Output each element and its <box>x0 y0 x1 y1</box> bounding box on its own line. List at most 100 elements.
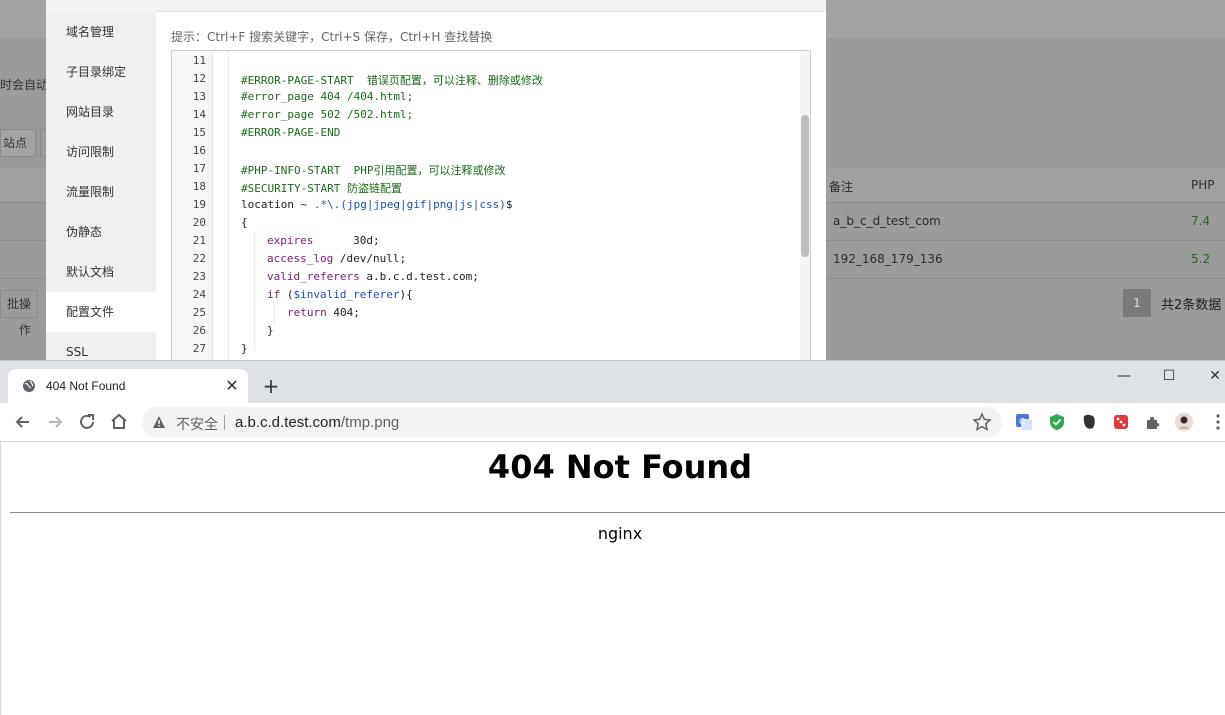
bookmark-star-icon[interactable] <box>972 412 992 432</box>
code-line: valid_referers a.b.c.d.test.com; <box>267 270 479 283</box>
code-token: $invalid_referer <box>293 288 400 301</box>
line-number: 27 <box>192 342 206 355</box>
modal-sidebar: 域名管理 子目录绑定 网站目录 访问限制 流量限制 伪静态 默认文档 配置文件 … <box>46 11 156 362</box>
bulk-operation-button[interactable]: 批操作 <box>0 290 38 337</box>
code-token: ){ <box>399 288 413 301</box>
line-number: 18 <box>192 180 206 193</box>
php-column-header: PHP <box>1191 178 1215 192</box>
line-number: 21 <box>192 234 206 247</box>
line-number: 16 <box>192 144 206 157</box>
home-icon[interactable] <box>106 409 132 435</box>
tab-close-icon[interactable]: ✕ <box>222 376 242 396</box>
code-line: #SECURITY-START 防盗链配置 <box>241 182 402 195</box>
line-number: 24 <box>192 288 206 301</box>
code-line: #ERROR-PAGE-START 错误页配置，可以注释、删除或修改 <box>241 74 543 87</box>
config-file-panel: 提示：Ctrl+F 搜索关键字，Ctrl+S 保存，Ctrl+H 查找替换 11… <box>156 11 826 362</box>
editor-scrollbar[interactable] <box>800 51 810 361</box>
warning-icon[interactable] <box>152 415 166 429</box>
dice-extension-icon[interactable] <box>1111 412 1131 432</box>
translate-extension-icon[interactable]: G <box>1014 412 1034 432</box>
code-token: .*\.(jpg|jpeg|gif|png|js|css) <box>313 198 506 211</box>
svg-text:G: G <box>1019 417 1025 426</box>
puzzle-extensions-icon[interactable] <box>1143 412 1163 432</box>
tab-title: 404 Not Found <box>46 379 126 393</box>
line-number: 12 <box>192 72 206 85</box>
line-number: 17 <box>192 162 206 175</box>
back-arrow-icon[interactable] <box>10 409 36 435</box>
code-line: expires 30d; <box>267 234 380 247</box>
site-settings-modal: 域名管理 子目录绑定 网站目录 访问限制 流量限制 伪静态 默认文档 配置文件 … <box>46 0 826 362</box>
code-token: ( <box>280 288 294 301</box>
reload-icon[interactable] <box>74 409 100 435</box>
sidebar-item-domain[interactable]: 域名管理 <box>46 12 156 52</box>
indent-guide <box>228 51 229 361</box>
line-number: 23 <box>192 270 206 283</box>
pager-current-page[interactable]: 1 <box>1123 289 1151 317</box>
line-number: 15 <box>192 126 206 139</box>
url-text[interactable]: a.b.c.d.test.com/tmp.png <box>235 414 399 431</box>
editor-scrollbar-thumb[interactable] <box>801 115 809 257</box>
forward-arrow-icon[interactable] <box>42 409 68 435</box>
address-separator <box>224 415 225 430</box>
line-number: 25 <box>192 306 206 319</box>
code-token: $ <box>505 198 513 211</box>
new-tab-button[interactable]: + <box>258 373 284 399</box>
code-line: location ~ .*\.(jpg|jpeg|gif|png|js|css)… <box>241 198 513 211</box>
maximize-button[interactable]: ☐ <box>1154 363 1184 389</box>
code-line: if ($invalid_referer){ <box>267 288 413 301</box>
minimize-button[interactable]: — <box>1109 363 1139 389</box>
insecure-label[interactable]: 不安全 <box>176 414 218 434</box>
evernote-extension-icon[interactable] <box>1079 412 1099 432</box>
line-number: 26 <box>192 324 206 337</box>
line-number-gutter: 11 12 13 14 15 16 17 18 19 20 21 22 23 2… <box>172 51 213 361</box>
code-token: /dev/null; <box>333 252 407 265</box>
divider <box>10 512 1225 513</box>
line-number: 13 <box>192 90 206 103</box>
tab-404[interactable]: 404 Not Found ✕ <box>8 369 248 403</box>
profile-avatar[interactable] <box>1174 412 1194 432</box>
code-line: #error_page 404 /404.html; <box>241 90 414 103</box>
sidebar-item-rewrite[interactable]: 伪静态 <box>46 212 156 252</box>
pager-summary: 共2条数据 <box>1161 298 1222 313</box>
error-heading: 404 Not Found <box>487 448 753 486</box>
code-token: expires <box>267 234 314 247</box>
code-token: return <box>287 306 327 319</box>
config-code-editor[interactable]: 11 12 13 14 15 16 17 18 19 20 21 22 23 2… <box>171 50 811 362</box>
sidebar-item-config-file[interactable]: 配置文件 <box>46 292 156 332</box>
sidebar-item-subdir[interactable]: 子目录绑定 <box>46 52 156 92</box>
tab-strip: 404 Not Found ✕ + — ☐ ✕ <box>0 361 1225 403</box>
address-bar[interactable]: 不安全 a.b.c.d.test.com/tmp.png <box>142 407 1002 437</box>
row-remark: 192_168_179_136 <box>833 252 943 266</box>
code-token: 30d; <box>313 234 380 247</box>
line-number: 20 <box>192 216 206 229</box>
code-line: return 404; <box>287 306 360 319</box>
remark-column-header: 备注 <box>829 180 854 194</box>
line-number: 11 <box>192 54 206 67</box>
indent-guide <box>254 234 255 350</box>
row-php-version[interactable]: 7.4 <box>1191 214 1210 228</box>
code-line: } <box>267 324 274 337</box>
page-content: 404 Not Found nginx <box>0 442 1225 715</box>
line-number: 19 <box>192 198 206 211</box>
row-remark: a_b_c_d_test_com <box>833 214 941 228</box>
close-window-button[interactable]: ✕ <box>1200 363 1225 389</box>
sidebar-item-traffic-limit[interactable]: 流量限制 <box>46 172 156 212</box>
url-path: /tmp.png <box>340 414 400 431</box>
sidebar-item-site-dir[interactable]: 网站目录 <box>46 92 156 132</box>
code-line: } <box>241 342 248 355</box>
sidebar-item-default-doc[interactable]: 默认文档 <box>46 252 156 292</box>
sidebar-item-ssl[interactable]: SSL <box>46 332 156 362</box>
menu-dots-icon[interactable] <box>1208 412 1225 432</box>
shield-extension-icon[interactable] <box>1047 412 1067 432</box>
browser-toolbar: 不安全 a.b.c.d.test.com/tmp.png G <box>0 403 1225 442</box>
code-line: { <box>241 216 248 229</box>
code-token: location ~ <box>241 198 314 211</box>
globe-icon <box>23 380 35 392</box>
browser-window: 404 Not Found ✕ + — ☐ ✕ 不安全 a.b.c.d.test… <box>0 360 1225 715</box>
server-signature: nginx <box>597 524 643 543</box>
code-line: #PHP-INFO-START PHP引用配置，可以注释或修改 <box>241 164 506 177</box>
background-site-button[interactable]: 站点 <box>0 129 36 157</box>
sidebar-item-access-limit[interactable]: 访问限制 <box>46 132 156 172</box>
url-host: a.b.c.d.test.com <box>235 414 341 431</box>
row-php-version[interactable]: 5.2 <box>1191 252 1210 266</box>
